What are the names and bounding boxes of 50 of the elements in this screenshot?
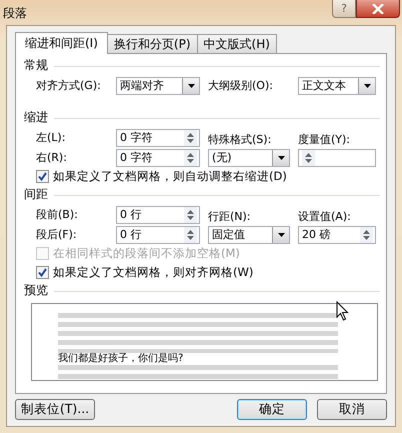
field-label: 特殊格式(S): <box>208 132 272 147</box>
spin-arrows-icon <box>304 152 313 164</box>
spin-arrows-icon <box>186 132 195 144</box>
section-title: 预览 <box>24 282 48 299</box>
space-before-spinner[interactable]: 0 行 <box>116 206 200 224</box>
checkbox-label: 如果定义了文档网格，则对齐网格(W) <box>53 265 254 280</box>
window-title: 段落 <box>3 5 27 22</box>
field-label: 大纲级别(O): <box>208 78 274 94</box>
field-label: 段后(F): <box>36 227 78 243</box>
caret-icon <box>188 84 194 88</box>
spin-arrows-icon <box>362 228 371 240</box>
spacing-value-spinner[interactable]: 20 磅 <box>298 226 376 244</box>
checkbox-label: 在相同样式的段落间不添加空格(M) <box>53 246 240 261</box>
spin-arrows-icon <box>186 152 195 164</box>
field-label: 左(L): <box>36 130 66 146</box>
checkbox-label: 如果定义了文档网格，则自动调整右缩进(D) <box>53 169 287 184</box>
caret-icon <box>278 232 284 236</box>
dialog-button[interactable]: 确定 <box>237 399 307 420</box>
close-button[interactable] <box>356 0 400 18</box>
field-label: 段前(B): <box>36 207 79 223</box>
field-label: 设置值(A): <box>298 209 352 224</box>
space-after-spinner[interactable]: 0 行 <box>116 226 200 244</box>
spin-arrows-icon <box>186 228 195 240</box>
field-label: 行距(N): <box>208 209 252 224</box>
checkbox[interactable] <box>36 266 49 279</box>
checkbox[interactable] <box>36 170 49 183</box>
field-label: 右(R): <box>36 150 68 166</box>
dialog-button[interactable]: 取消 <box>317 399 387 420</box>
field-label: 度量值(Y): <box>298 132 352 147</box>
preview-sample-text: 我们都是好孩子，你们是吗? <box>58 353 184 364</box>
spin-arrows-icon <box>186 208 195 220</box>
mouse-pointer-icon <box>336 301 349 321</box>
close-icon <box>372 4 384 14</box>
caret-icon <box>278 156 284 160</box>
right-indent-spinner[interactable]: 0 字符 <box>116 148 200 166</box>
section-title: 间距 <box>24 186 48 203</box>
outline-level-select[interactable]: 正文文本 <box>298 76 376 94</box>
field-label: 对齐方式(G): <box>36 78 102 94</box>
tab[interactable]: 缩进和间距(I) <box>15 32 108 54</box>
alignment-select[interactable]: 两端对齐 <box>116 76 200 94</box>
help-button[interactable]: ? <box>332 0 356 18</box>
dialog-button[interactable]: 制表位(T)... <box>15 399 95 420</box>
tab[interactable]: 中文版式(H) <box>196 34 277 53</box>
section-title: 缩进 <box>24 109 48 126</box>
special-indent-select[interactable]: (无) <box>208 148 290 166</box>
tab[interactable]: 换行和分页(P) <box>106 34 198 53</box>
line-spacing-select[interactable]: 固定值 <box>208 226 290 244</box>
caret-icon <box>364 84 370 88</box>
left-indent-spinner[interactable]: 0 字符 <box>116 128 200 146</box>
section-title: 常规 <box>24 57 48 74</box>
